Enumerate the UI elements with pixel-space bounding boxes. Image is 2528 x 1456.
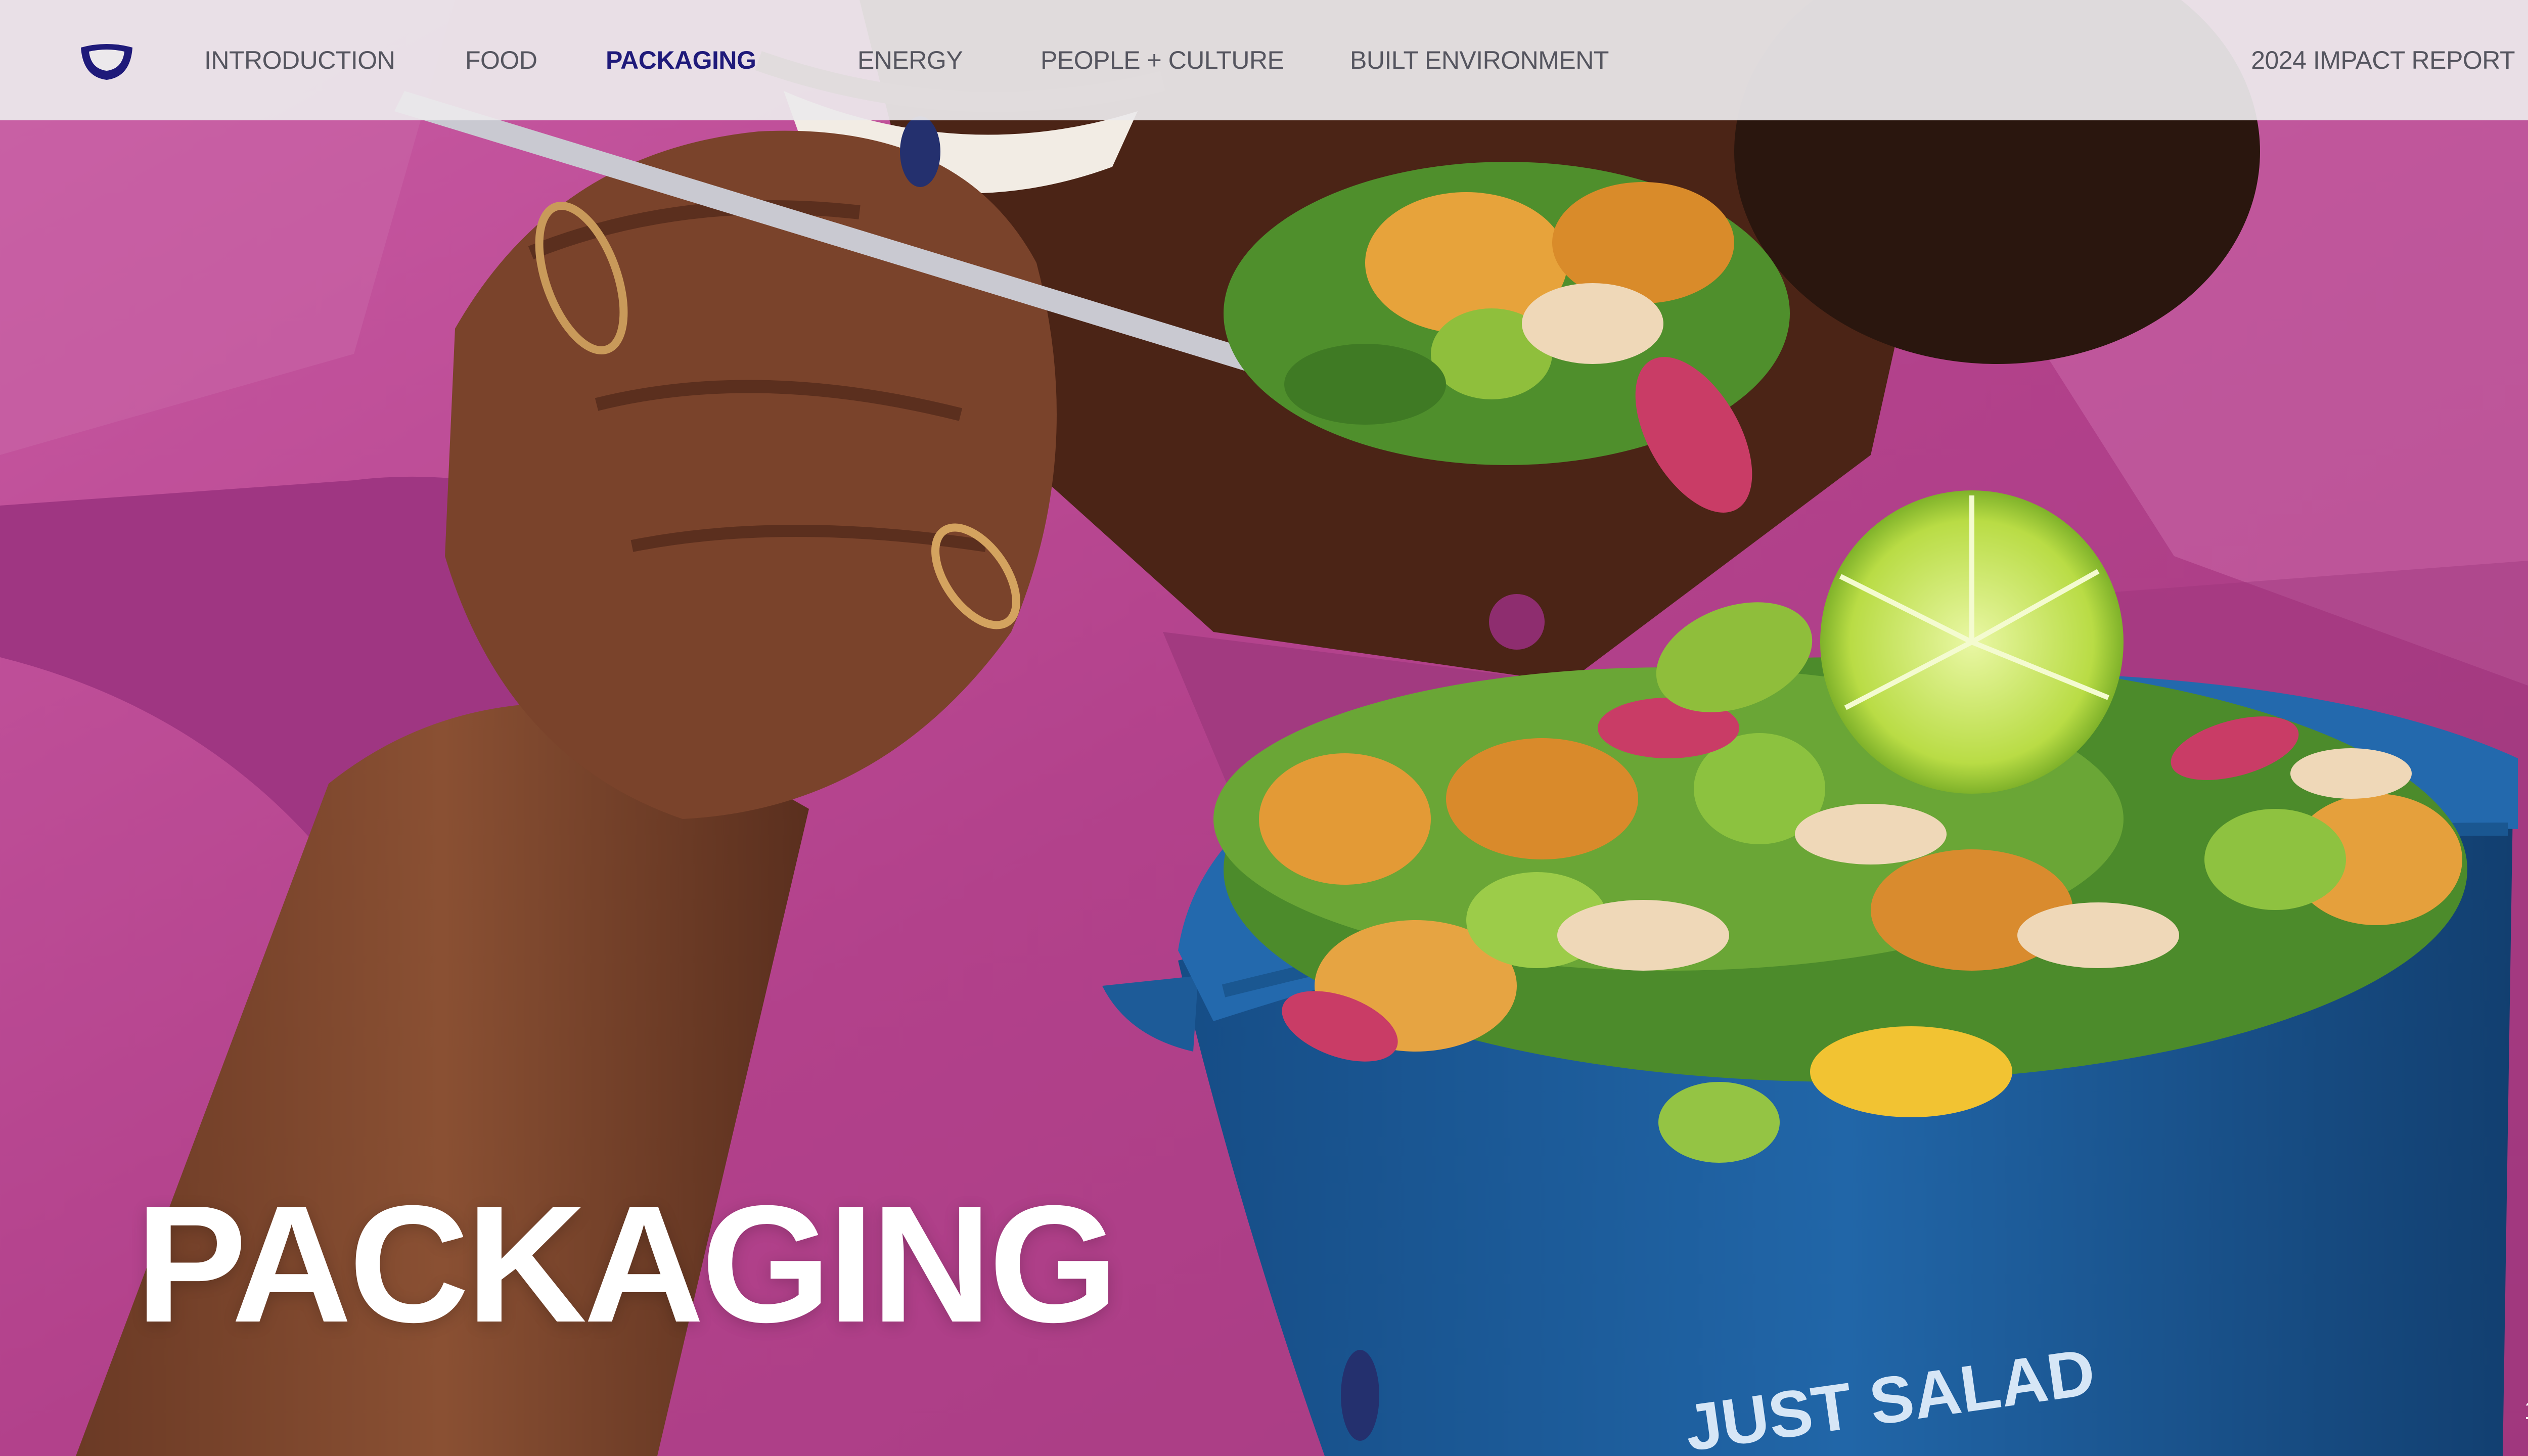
top-nav: INTRODUCTION FOOD PACKAGING ENERGY PEOPL… [0, 0, 2528, 120]
nav-item-packaging[interactable]: PACKAGING [606, 44, 756, 76]
nav-item-introduction[interactable]: INTRODUCTION [204, 44, 395, 76]
bowl-logo-icon[interactable] [77, 39, 137, 83]
nav-item-food[interactable]: FOOD [465, 44, 537, 76]
page-title: PACKAGING [136, 1170, 1118, 1357]
nav-item-people-culture[interactable]: PEOPLE + CULTURE [1041, 44, 1284, 76]
nav-item-energy[interactable]: ENERGY [857, 44, 963, 76]
nav-item-built-environment[interactable]: BUILT ENVIRONMENT [1350, 44, 1609, 76]
report-title: 2024 IMPACT REPORT [2251, 46, 2515, 74]
page-number: 14 [2524, 1395, 2528, 1426]
